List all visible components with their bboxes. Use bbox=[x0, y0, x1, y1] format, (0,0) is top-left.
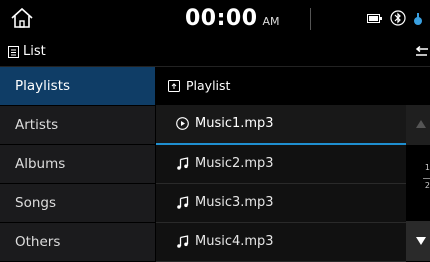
track-title: Music1.mp3 bbox=[195, 116, 274, 131]
home-button[interactable] bbox=[9, 7, 35, 29]
bluetooth-phone-icon bbox=[390, 10, 406, 26]
home-icon bbox=[11, 7, 33, 28]
triangle-down-icon bbox=[416, 237, 426, 245]
sidebar-item-label: Others bbox=[15, 234, 61, 250]
track-title: Music2.mp3 bbox=[195, 156, 274, 171]
sidebar-item-label: Playlists bbox=[15, 78, 71, 94]
sidebar-item-playlists[interactable]: Playlists bbox=[0, 67, 155, 106]
track-row[interactable]: Music4.mp3 bbox=[156, 223, 406, 262]
list-icon bbox=[8, 46, 19, 58]
sidebar-item-label: Albums bbox=[15, 156, 66, 172]
battery-icon bbox=[367, 14, 382, 23]
scroll-pager: 1 2 bbox=[406, 105, 430, 261]
scroll-down-button[interactable] bbox=[406, 221, 430, 261]
music-note-icon bbox=[177, 157, 189, 170]
sidebar-item-albums[interactable]: Albums bbox=[0, 145, 155, 184]
play-circle-icon bbox=[176, 117, 189, 130]
folder-up-icon bbox=[168, 80, 180, 92]
music-note-icon bbox=[177, 196, 189, 209]
clock: 00:00 AM bbox=[185, 4, 280, 34]
breadcrumb[interactable]: Playlist bbox=[156, 67, 430, 105]
track-row[interactable]: Music3.mp3 bbox=[156, 184, 406, 223]
track-row-playing[interactable]: Music1.mp3 bbox=[156, 105, 406, 145]
sidebar-item-label: Songs bbox=[15, 195, 56, 211]
page-divider bbox=[423, 178, 430, 179]
page-title: List bbox=[23, 44, 46, 59]
clock-ampm: AM bbox=[262, 15, 280, 28]
track-title: Music4.mp3 bbox=[195, 234, 274, 249]
divider bbox=[310, 8, 311, 30]
sidebar-item-songs[interactable]: Songs bbox=[0, 184, 155, 223]
bluetooth-audio-icon bbox=[414, 13, 422, 25]
back-icon[interactable] bbox=[414, 46, 430, 58]
status-bar: 00:00 AM bbox=[0, 0, 430, 38]
music-note-icon bbox=[177, 235, 189, 248]
breadcrumb-label: Playlist bbox=[186, 78, 231, 93]
sidebar-item-artists[interactable]: Artists bbox=[0, 106, 155, 145]
track-list: Music1.mp3 Music2.mp3 Music3.mp3 Music4.… bbox=[156, 105, 406, 262]
sidebar-item-label: Artists bbox=[15, 117, 59, 133]
triangle-up-icon bbox=[416, 120, 426, 128]
clock-time: 00:00 bbox=[185, 6, 258, 31]
page-current: 1 bbox=[424, 163, 430, 172]
sidebar-item-others[interactable]: Others bbox=[0, 223, 155, 262]
track-list-panel: Playlist Music1.mp3 Music2.mp3 Music3.mp… bbox=[156, 67, 430, 262]
page-total: 2 bbox=[424, 181, 430, 190]
scroll-up-button[interactable] bbox=[406, 105, 430, 145]
category-sidebar: Playlists Artists Albums Songs Others bbox=[0, 67, 155, 262]
track-title: Music3.mp3 bbox=[195, 195, 274, 210]
track-row[interactable]: Music2.mp3 bbox=[156, 145, 406, 184]
list-header: List bbox=[0, 38, 430, 67]
